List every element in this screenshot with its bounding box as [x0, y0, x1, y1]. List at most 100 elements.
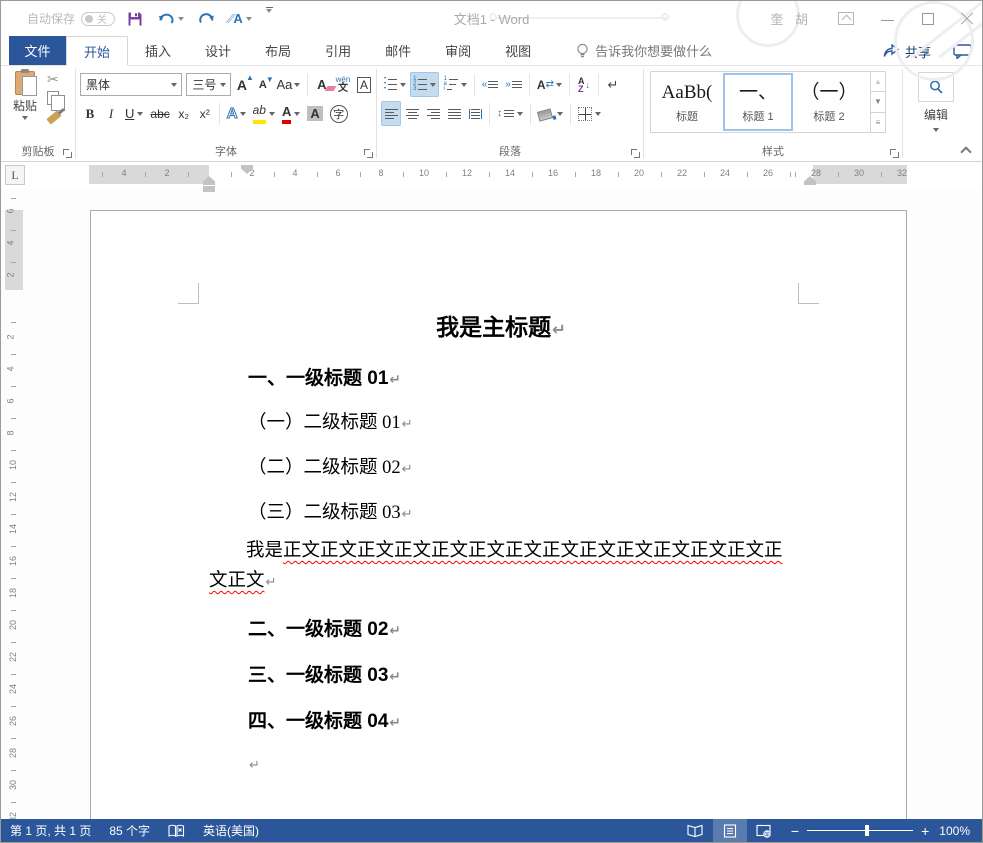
numbering-button[interactable]: 123 — [410, 72, 439, 97]
clear-formatting-button[interactable]: A — [312, 72, 332, 97]
vertical-ruler[interactable]: 6422468101214161820222426283032 — [5, 190, 23, 821]
tab-file[interactable]: 文件 — [9, 36, 66, 65]
tab-home[interactable]: 开始 — [66, 36, 128, 66]
paragraph-title[interactable]: 我是主标题↵ — [209, 311, 793, 347]
autosave-toggle[interactable]: 自动保存 关 — [27, 10, 115, 27]
ribbon-display-options-button[interactable] — [838, 12, 854, 25]
superscript-button[interactable]: x² — [195, 101, 215, 126]
first-line-indent-marker[interactable] — [241, 165, 253, 174]
page-number-status[interactable]: 第 1 页, 共 1 页 — [1, 819, 100, 842]
close-button[interactable] — [960, 12, 974, 26]
increase-indent-button[interactable]: » — [502, 72, 525, 97]
styles-scroll-up-icon[interactable]: ▲ — [871, 72, 885, 92]
cut-button[interactable]: ✂ — [47, 72, 61, 86]
sort-button[interactable]: AZ↓ — [574, 72, 594, 97]
word-count-status[interactable]: 85 个字 — [100, 819, 159, 842]
read-mode-button[interactable] — [679, 819, 713, 842]
paragraph-h1[interactable]: 四、一级标题 04↵ — [209, 709, 793, 736]
customize-qat-button[interactable] — [264, 7, 275, 31]
bold-button[interactable]: B — [80, 101, 100, 126]
paragraph-h1[interactable]: 一、一级标题 01↵ — [209, 366, 793, 393]
draw-format-button[interactable]: ⁄⁄A — [227, 7, 254, 31]
zoom-slider-thumb[interactable] — [865, 825, 869, 836]
zoom-in-button[interactable]: + — [921, 826, 929, 836]
align-right-button[interactable] — [423, 101, 443, 126]
font-name-combobox[interactable]: 黑体 — [80, 73, 182, 96]
hanging-indent-marker[interactable] — [203, 176, 215, 192]
phonetic-guide-button[interactable]: wén文 — [333, 72, 353, 97]
tab-insert[interactable]: 插入 — [128, 36, 188, 65]
font-dialog-launcher[interactable] — [363, 148, 373, 158]
minimize-button[interactable] — [880, 12, 896, 25]
underline-button[interactable]: U — [122, 101, 146, 126]
style-heading1[interactable]: 一、标题 1 — [723, 73, 793, 131]
paragraph-h1[interactable]: 三、一级标题 03↵ — [209, 663, 793, 690]
tab-mailings[interactable]: 邮件 — [368, 36, 428, 65]
print-layout-button[interactable] — [713, 819, 747, 842]
line-spacing-button[interactable]: ↕ — [494, 101, 526, 126]
styles-scroll-down-icon[interactable]: ▼ — [871, 92, 885, 112]
copy-button[interactable] — [47, 91, 59, 105]
comment-icon[interactable] — [953, 44, 972, 59]
font-color-button[interactable]: A — [279, 101, 303, 126]
multilevel-list-button[interactable]: 1ai — [440, 72, 469, 97]
shading-button[interactable] — [535, 101, 566, 126]
character-shading-button[interactable]: A — [304, 101, 325, 126]
tab-view[interactable]: 视图 — [488, 36, 548, 65]
save-button[interactable] — [125, 7, 145, 31]
editing-label[interactable]: 编辑 — [907, 106, 965, 123]
align-center-button[interactable] — [402, 101, 422, 126]
zoom-slider-track[interactable] — [807, 830, 913, 831]
collapse-ribbon-button[interactable] — [962, 145, 970, 153]
paragraph-h2[interactable]: （二）二级标题 02↵ — [209, 455, 793, 483]
distribute-button[interactable] — [465, 101, 485, 126]
highlight-button[interactable]: ab — [250, 101, 278, 126]
tab-layout[interactable]: 布局 — [248, 36, 308, 65]
editing-dropdown-icon[interactable] — [933, 128, 939, 132]
find-button[interactable] — [918, 72, 954, 102]
clipboard-dialog-launcher[interactable] — [62, 148, 72, 158]
user-name[interactable]: 奎 胡 — [770, 9, 812, 28]
draw-dropdown-icon[interactable] — [246, 17, 252, 21]
document-page[interactable]: 我是主标题↵一、一级标题 01↵（一）二级标题 01↵（二）二级标题 02↵（三… — [90, 210, 907, 821]
asian-layout-button[interactable]: A⇄ — [534, 72, 565, 97]
paragraph-h1[interactable]: 二、一级标题 02↵ — [209, 617, 793, 644]
strikethrough-button[interactable]: abc — [147, 101, 172, 126]
paragraph-h2[interactable]: （三）二级标题 03↵ — [209, 500, 793, 528]
paragraph-dialog-launcher[interactable] — [630, 148, 640, 158]
style-heading2[interactable]: （一）标题 2 — [794, 73, 864, 131]
subscript-button[interactable]: x₂ — [174, 101, 194, 126]
format-painter-button[interactable] — [46, 110, 61, 124]
undo-dropdown-icon[interactable] — [178, 17, 184, 21]
font-size-combobox[interactable]: 三号 — [186, 73, 231, 96]
tab-references[interactable]: 引用 — [308, 36, 368, 65]
proofing-status[interactable] — [159, 819, 194, 842]
horizontal-ruler[interactable]: 422468101214161820222426283032 — [89, 165, 907, 184]
paragraph-body[interactable]: 我是正文正文正文正文正文正文正文正文正文正文正文正文正文正文正文↵ — [209, 536, 793, 598]
right-indent-marker[interactable] — [804, 176, 816, 185]
shrink-font-button[interactable]: A▼ — [253, 72, 273, 97]
grow-font-button[interactable]: A▲ — [232, 72, 252, 97]
paste-button[interactable]: 粘贴 — [7, 71, 43, 133]
language-status[interactable]: 英语(美国) — [194, 819, 268, 842]
tell-me-box[interactable]: 告诉我你想要做什么 — [576, 36, 712, 65]
paste-dropdown-icon[interactable] — [22, 116, 28, 120]
redo-button[interactable] — [196, 7, 217, 31]
styles-more-icon[interactable]: ≡ — [871, 113, 885, 132]
decrease-indent-button[interactable]: « — [479, 72, 502, 97]
tab-selector-button[interactable]: L — [5, 165, 25, 185]
paragraph-empty[interactable]: ↵ — [209, 750, 793, 779]
show-marks-button[interactable]: ↵ — [603, 72, 623, 97]
enclose-characters-button[interactable]: 字 — [327, 101, 351, 126]
text-effects-button[interactable]: A — [224, 101, 249, 126]
tab-review[interactable]: 审阅 — [428, 36, 488, 65]
tab-design[interactable]: 设计 — [188, 36, 248, 65]
bullets-button[interactable]: ••• — [381, 72, 409, 97]
autosave-switch[interactable]: 关 — [81, 12, 115, 26]
zoom-out-button[interactable]: − — [791, 826, 799, 836]
borders-button[interactable] — [575, 101, 604, 126]
maximize-button[interactable] — [922, 13, 934, 25]
undo-button[interactable] — [155, 7, 186, 31]
styles-dialog-launcher[interactable] — [889, 148, 899, 158]
web-layout-button[interactable] — [747, 819, 781, 842]
